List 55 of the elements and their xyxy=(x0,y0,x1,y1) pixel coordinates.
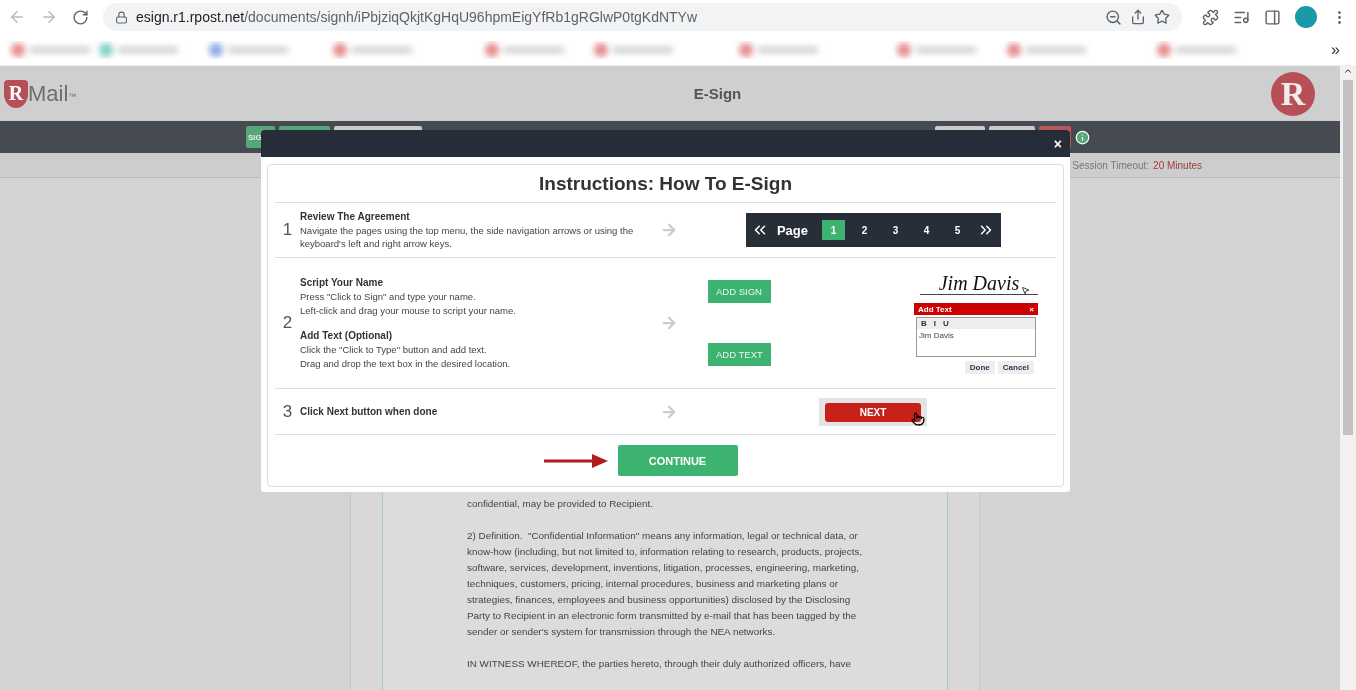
dialog-title: Add Text xyxy=(918,304,952,314)
url-text: esign.r1.rpost.net/documents/signh/iPbjziqQkjtKgHqU96hpmEigYfRb1gRGlwP0tgKdNTYw xyxy=(136,9,699,25)
dialog-close: × xyxy=(1029,304,1034,314)
step-text: Navigate the pages using the top menu, the side navigation arrows or using the keyboard's left and right arrow keys. xyxy=(300,223,635,251)
page-number[interactable]: 4 xyxy=(915,220,939,240)
address-bar[interactable]: esign.r1.rpost.net/documents/signh/iPbjziqQkjtKgHqU96hpmEigYfRb1gRGlwP0tgKdNTYw xyxy=(103,3,1182,31)
step-heading: Script Your Name xyxy=(300,276,384,290)
page-number[interactable]: 5 xyxy=(946,220,970,240)
document-paragraph: confidential, may be provided to Recipient. xyxy=(467,497,655,511)
page-title: E-Sign xyxy=(693,85,742,102)
step-text: Press "Click to Sign" and type your name. xyxy=(300,290,477,304)
document-paragraph: 2) Definition. "Confidential Information" means any information, legal or technical data, or know-how (including, but not limited to, information relating to research, products, projects, software, services, development, inventions, litigation, processes, engineering, marketing, techniques, customers, pricing, internal procedures, business and marketing plans or strategies, finances, employees and business opportunities) disclosed by the Disclosing Party to Recipient in an electronic form transmitted by e-mail that has been tagged by the sender or sender's system for transmission through the NEA networks. xyxy=(467,529,864,639)
lock-icon xyxy=(115,10,128,24)
logo-text: Mail xyxy=(28,80,69,107)
step-text: Left-click and drag your mouse to script your name. xyxy=(300,303,517,317)
document-paragraph: IN WITNESS WHEREOF, the parties hereto, through their duly authorized officers, have xyxy=(467,657,852,671)
step-heading: Add Text (Optional) xyxy=(300,329,394,343)
close-button[interactable]: × xyxy=(1053,135,1062,152)
profile-avatar[interactable] xyxy=(1295,6,1317,28)
dialog-text: Jim Davis xyxy=(918,330,955,342)
step-number: 1 xyxy=(281,220,294,240)
info-icon[interactable] xyxy=(1075,129,1090,145)
step-heading: Review The Agreement xyxy=(300,209,411,224)
arrow-right-icon xyxy=(660,314,678,332)
dialog-heading: Instructions: How To E-Sign xyxy=(275,165,1056,203)
page-number[interactable]: 3 xyxy=(884,220,908,240)
more-bookmarks[interactable]: » xyxy=(1331,40,1340,59)
step-number: 3 xyxy=(281,401,294,422)
step-number: 2 xyxy=(281,313,294,333)
step-text: Drag and drop the text box in the desired location. xyxy=(300,356,512,370)
format-tool: B xyxy=(921,319,927,328)
page-number[interactable]: 2 xyxy=(853,220,877,240)
format-tool: U xyxy=(943,319,949,328)
brand-mark: R xyxy=(1271,71,1315,116)
share-icon[interactable] xyxy=(1130,9,1146,25)
extensions-icon[interactable] xyxy=(1202,8,1219,26)
side-panel-icon[interactable] xyxy=(1264,8,1281,26)
page-label: Page xyxy=(776,222,809,238)
star-icon[interactable] xyxy=(1154,9,1170,25)
signature: Jim Davis xyxy=(920,272,1038,295)
step-heading: Click Next button when done xyxy=(300,404,439,419)
logo-mark: R xyxy=(4,79,28,108)
format-tool: I xyxy=(933,319,936,328)
session-timeout: Session Timeout: 20 Minutes xyxy=(1072,159,1202,171)
scroll-thumb[interactable] xyxy=(1343,80,1353,435)
mouse-pointer-icon xyxy=(1021,286,1030,295)
reload-icon[interactable] xyxy=(72,8,89,26)
zoom-out-icon[interactable] xyxy=(1105,8,1122,26)
step-text: Click the "Click to Type" button and add text. xyxy=(300,343,488,357)
scroll-up-icon[interactable] xyxy=(1343,66,1353,76)
arrow-right-icon xyxy=(660,221,678,239)
pointing-arrow xyxy=(543,452,608,469)
scrollbar[interactable] xyxy=(1340,66,1356,690)
trademark: ™ xyxy=(68,91,77,101)
hand-cursor-icon xyxy=(911,411,925,426)
